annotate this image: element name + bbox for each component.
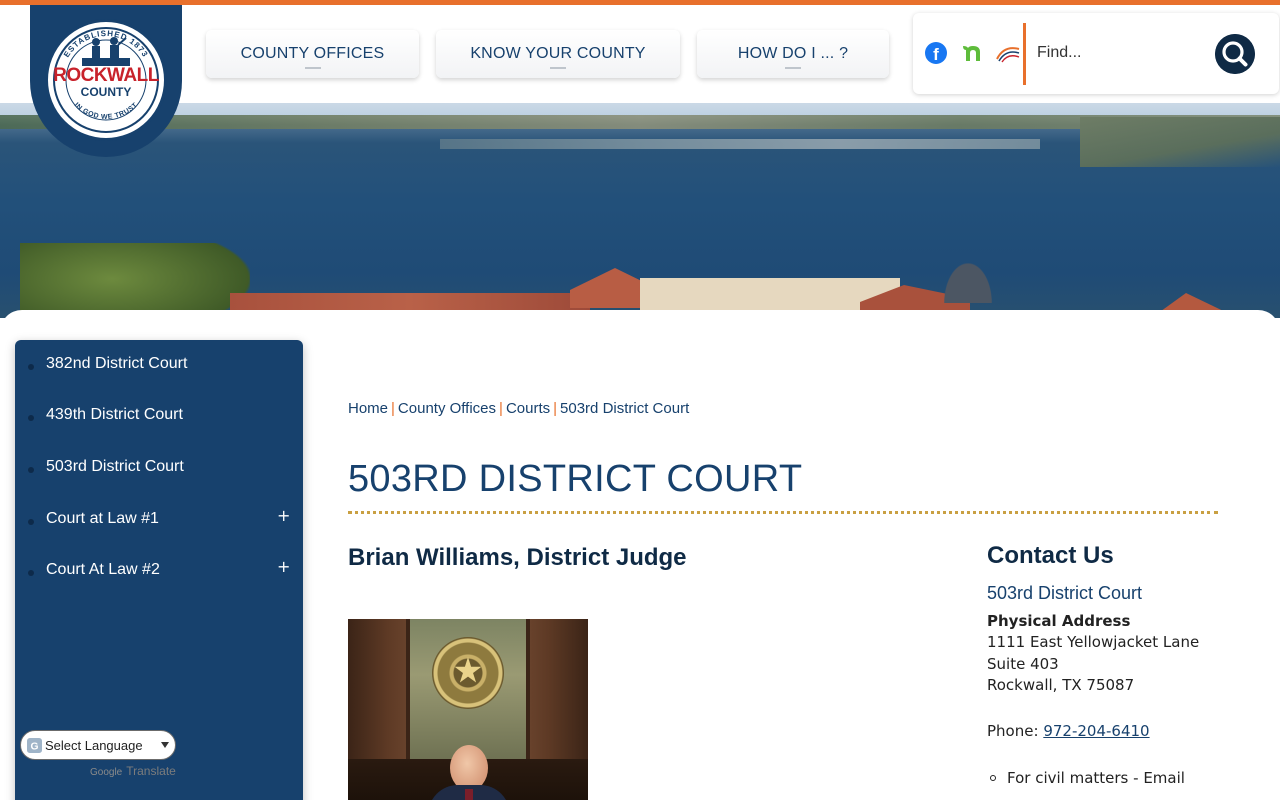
address-line: Suite 403	[987, 655, 1059, 673]
judge-heading: Brian Williams, District Judge	[348, 544, 687, 571]
sidebar-bullet	[28, 467, 34, 473]
hero-lake-image	[0, 103, 1280, 318]
sidebar-item-503rd-district-court[interactable]: 503rd District Court	[15, 444, 303, 495]
sidebar-bullet	[28, 570, 34, 576]
sidebar-item-label: Court at Law #1	[46, 510, 159, 527]
nav-label: HOW DO I ... ?	[737, 45, 849, 62]
phone-row: Phone: 972-204-6410	[987, 722, 1150, 740]
chevron-down-icon	[161, 742, 169, 748]
nav-label: COUNTY OFFICES	[240, 45, 385, 62]
contact-us-box: Contact Us 503rd District Court Physical…	[987, 542, 1247, 787]
sidebar-bullet	[28, 364, 34, 370]
page-title: 503RD DISTRICT COURT	[348, 458, 803, 500]
address-line: Rockwall, TX 75087	[987, 676, 1135, 694]
title-dotted-rule	[348, 511, 1218, 514]
breadcrumb-courts[interactable]: Courts	[506, 400, 550, 417]
svg-text:G: G	[30, 741, 38, 752]
logo-figures-icon	[82, 37, 130, 66]
powered-by-translate: Google Translate	[90, 764, 176, 778]
search-divider	[1023, 23, 1026, 85]
logo-name: ROCKWALL	[53, 65, 159, 86]
language-select-label: Select Language	[45, 737, 143, 753]
nav-county-offices[interactable]: COUNTY OFFICES	[206, 30, 419, 78]
contact-title: Contact Us	[987, 542, 1114, 569]
nav-underline	[304, 67, 321, 69]
sidebar-bullet	[28, 415, 34, 421]
nav-underline	[550, 67, 566, 69]
sidebar-item-court-at-law-1[interactable]: Court at Law #1 +	[15, 496, 303, 547]
breadcrumb-county-offices[interactable]: County Offices	[398, 400, 496, 417]
nav-how-do-i[interactable]: HOW DO I ... ?	[697, 30, 889, 78]
breadcrumb-separator: |	[391, 400, 395, 417]
nav-label: KNOW YOUR COUNTY	[470, 45, 646, 62]
nextdoor-icon[interactable]	[960, 41, 984, 65]
sidebar-item-label: 382nd District Court	[46, 355, 188, 372]
county-logo-link[interactable]: ESTABLISHED 1873 IN GOD WE TRUST ROCKWAL…	[30, 5, 182, 157]
sidebar-item-court-at-law-2[interactable]: Court At Law #2 +	[15, 547, 303, 598]
breadcrumb-home[interactable]: Home	[348, 400, 388, 417]
sidebar-item-label: 503rd District Court	[46, 458, 184, 475]
logo-sub: COUNTY	[80, 85, 132, 99]
logo-ring-bottom: IN GOD WE TRUST	[73, 102, 139, 121]
breadcrumb: Home | County Offices | Courts | 503rd Distric…	[348, 400, 689, 417]
google-translate-icon: G	[27, 737, 42, 753]
address-line: 1111 East Yellowjacket Lane	[987, 633, 1200, 651]
facebook-icon[interactable]: f	[925, 42, 947, 64]
breadcrumb-separator: |	[553, 400, 558, 417]
address-label: Physical Address	[987, 612, 1131, 630]
sidebar-item-label: 439th District Court	[46, 406, 183, 423]
contact-org: 503rd District Court	[987, 583, 1143, 603]
language-select[interactable]: G Select Language	[20, 730, 176, 760]
list-bullet	[990, 775, 996, 781]
nav-know-your-county[interactable]: KNOW YOUR COUNTY	[436, 30, 680, 78]
facebook-letter: f	[933, 45, 939, 64]
search-input[interactable]	[1037, 35, 1207, 71]
social-search-bar: f	[913, 13, 1279, 94]
powered-translate-link[interactable]: Translate	[126, 764, 176, 778]
search-button[interactable]	[1215, 34, 1255, 74]
svg-text:IN GOD WE TRUST: IN GOD WE TRUST	[73, 102, 140, 121]
county-seal-logo: ESTABLISHED 1873 IN GOD WE TRUST ROCKWAL…	[45, 19, 167, 141]
eagle-wing-icon[interactable]	[996, 43, 1020, 63]
phone-link[interactable]: 972-204-6410	[1043, 722, 1149, 740]
sidebar-item-439th-district-court[interactable]: 439th District Court	[15, 392, 303, 443]
powered-google: Google	[90, 767, 123, 778]
civil-matters-text: For civil matters - Email	[1007, 769, 1185, 787]
nav-underline	[785, 67, 801, 69]
sidebar-bullet	[28, 519, 34, 525]
judge-photo	[348, 619, 588, 800]
sidebar-item-label: Court At Law #2	[46, 561, 160, 578]
sidebar-item-382nd-district-court[interactable]: 382nd District Court	[15, 341, 303, 392]
breadcrumb-current[interactable]: 503rd District Court	[560, 400, 689, 417]
phone-label: Phone:	[987, 722, 1039, 740]
expand-plus-icon[interactable]: +	[277, 506, 291, 525]
breadcrumb-separator: |	[499, 400, 503, 417]
expand-plus-icon[interactable]: +	[277, 557, 291, 576]
